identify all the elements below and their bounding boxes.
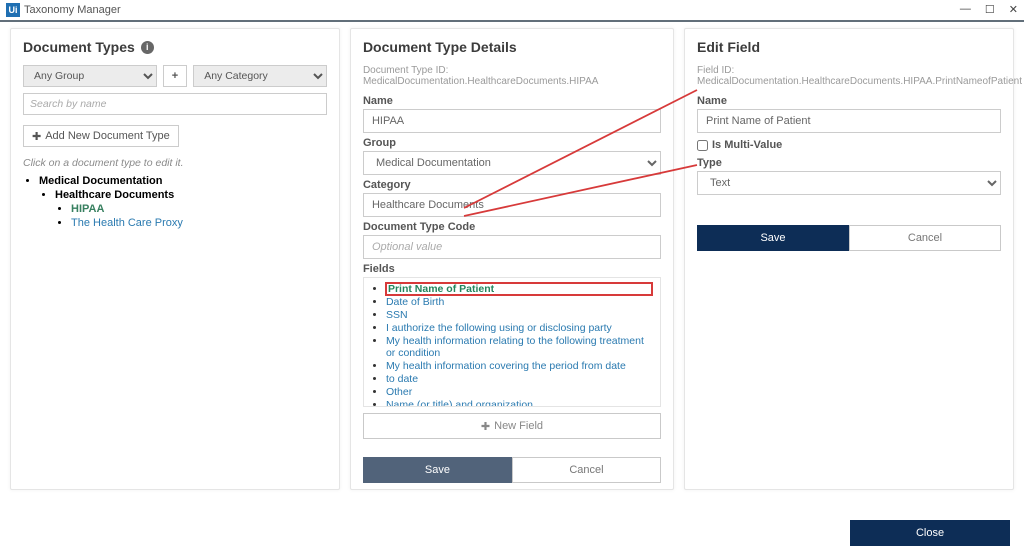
search-input[interactable] (23, 93, 327, 115)
fields-list[interactable]: Print Name of Patient Date of Birth SSN … (363, 277, 661, 407)
field-id: Field ID: MedicalDocumentation.Healthcar… (697, 65, 1001, 87)
close-icon[interactable]: ✕ (1009, 3, 1018, 16)
field-item[interactable]: My health information relating to the fo… (386, 335, 652, 359)
category-label: Category (363, 179, 661, 191)
category-select[interactable]: Any Category (193, 65, 327, 87)
field-item[interactable]: I authorize the following using or discl… (386, 322, 652, 334)
tree-item-health-care-proxy[interactable]: The Health Care Proxy (71, 217, 327, 229)
edit-field-cancel-button[interactable]: Cancel (849, 225, 1001, 251)
add-group-button[interactable]: + (163, 65, 187, 87)
code-input[interactable] (363, 235, 661, 259)
document-tree: Medical Documentation Healthcare Documen… (23, 175, 327, 229)
name-label: Name (363, 95, 661, 107)
new-field-button[interactable]: ✚ New Field (363, 413, 661, 439)
minimize-icon[interactable]: — (960, 3, 971, 16)
footer: Close (850, 520, 1010, 546)
plus-icon: + (172, 70, 178, 82)
field-item[interactable]: Date of Birth (386, 296, 652, 308)
field-item[interactable]: Name (or title) and organization (386, 399, 652, 407)
fields-label: Fields (363, 263, 661, 275)
edit-field-save-button[interactable]: Save (697, 225, 849, 251)
name-input[interactable] (363, 109, 661, 133)
code-label: Document Type Code (363, 221, 661, 233)
group-input[interactable]: Medical Documentation (363, 151, 661, 175)
maximize-icon[interactable]: ☐ (985, 3, 995, 16)
plus-circle-icon: ✚ (481, 420, 490, 433)
field-item-print-name[interactable]: Print Name of Patient (386, 283, 652, 295)
close-button[interactable]: Close (850, 520, 1010, 546)
tree-child[interactable]: Healthcare Documents (55, 189, 174, 201)
category-input[interactable] (363, 193, 661, 217)
document-types-heading-text: Document Types (23, 39, 135, 55)
type-label: Type (697, 157, 1001, 169)
field-name-label: Name (697, 95, 1001, 107)
type-select[interactable]: Text (697, 171, 1001, 195)
details-heading: Document Type Details (363, 39, 661, 55)
document-type-details-panel: Document Type Details Document Type ID: … (350, 28, 674, 490)
plus-circle-icon: ✚ (32, 130, 41, 143)
is-multi-value-checkbox[interactable] (697, 140, 708, 151)
save-button[interactable]: Save (363, 457, 512, 483)
field-name-input[interactable] (697, 109, 1001, 133)
cancel-button[interactable]: Cancel (512, 457, 661, 483)
group-select[interactable]: Any Group (23, 65, 157, 87)
field-item[interactable]: SSN (386, 309, 652, 321)
edit-field-panel: Edit Field Field ID: MedicalDocumentatio… (684, 28, 1014, 490)
tree-root[interactable]: Medical Documentation (39, 175, 162, 187)
info-icon[interactable]: i (141, 41, 154, 54)
document-type-id: Document Type ID: MedicalDocumentation.H… (363, 65, 661, 87)
edit-field-heading: Edit Field (697, 39, 1001, 55)
field-item[interactable]: Other (386, 386, 652, 398)
edit-hint: Click on a document type to edit it. (23, 157, 327, 169)
add-new-document-type-button[interactable]: ✚ Add New Document Type (23, 125, 179, 147)
new-field-label: New Field (494, 420, 543, 432)
add-new-document-type-label: Add New Document Type (45, 130, 170, 142)
document-types-panel: Document Types i Any Group + Any Categor… (10, 28, 340, 490)
field-item[interactable]: My health information covering the perio… (386, 360, 652, 372)
field-item[interactable]: to date (386, 373, 652, 385)
tree-item-hipaa[interactable]: HIPAA (71, 203, 327, 215)
window-titlebar: Ui Taxonomy Manager — ☐ ✕ (0, 0, 1024, 20)
document-types-heading: Document Types i (23, 39, 327, 55)
app-icon: Ui (6, 3, 20, 17)
window-title: Taxonomy Manager (24, 4, 121, 16)
group-label: Group (363, 137, 661, 149)
is-multi-value-label: Is Multi-Value (712, 139, 782, 151)
